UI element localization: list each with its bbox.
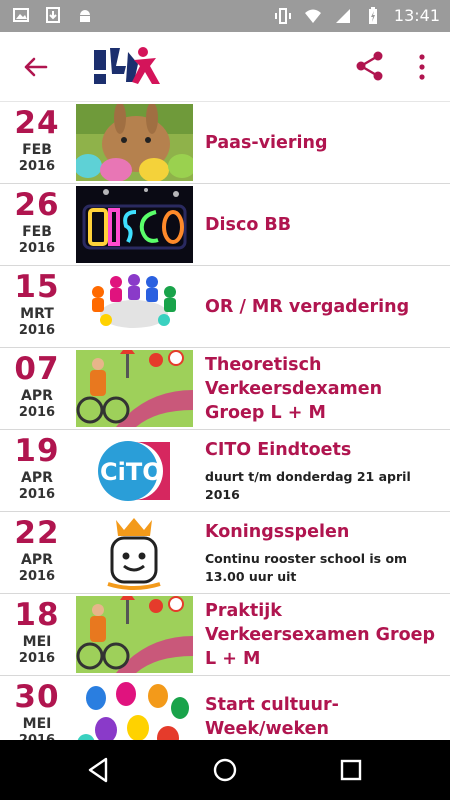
- event-year: 2016: [18, 651, 56, 666]
- event-date: 15 MRT 2016: [6, 268, 68, 339]
- event-title: Koningsspelen: [205, 522, 350, 542]
- easter-bunny-image: [76, 104, 193, 181]
- school-logo: [94, 47, 160, 84]
- event-title: OR / MR vergadering: [205, 297, 410, 317]
- event-date: 07 APR 2016: [6, 350, 68, 421]
- vibrate-icon: [274, 8, 291, 24]
- event-year: 2016: [18, 405, 56, 420]
- app-bar: [0, 32, 450, 102]
- svg-text:CiTO: CiTO: [100, 458, 163, 486]
- share-icon[interactable]: [354, 50, 386, 82]
- nav-back-icon[interactable]: [84, 755, 114, 785]
- event-year: 2016: [18, 487, 56, 502]
- wifi-icon: [304, 9, 321, 23]
- status-bar: 13:41: [0, 0, 450, 32]
- event-year: 2016: [6, 732, 68, 740]
- event-year: 2016: [18, 241, 56, 256]
- event-date: 19 APR 2016: [6, 432, 68, 503]
- event-row[interactable]: 19 APR 2016 CiTO CITO Eindtoets duurt t/…: [0, 430, 450, 512]
- event-month: APR: [21, 388, 53, 404]
- event-day: 18: [14, 597, 60, 633]
- event-year: 2016: [18, 159, 56, 174]
- more-vert-icon[interactable]: [412, 52, 432, 82]
- event-date: 26 FEB 2016: [6, 186, 68, 257]
- event-list: 24 FEB 2016 Paas-viering 26 FEB 2016 Dis…: [0, 102, 450, 740]
- event-row[interactable]: 15 MRT 2016 OR / MR vergadering: [0, 266, 450, 348]
- event-title: CITO Eindtoets: [205, 440, 352, 460]
- event-title: Theoretisch Verkeersdexamen Groep L + M: [205, 355, 383, 423]
- event-year: 2016: [18, 569, 56, 584]
- event-title: Disco BB: [205, 215, 292, 235]
- event-subtitle: Continu rooster school is om 13.00 uur u…: [205, 551, 408, 584]
- event-day: 19: [14, 433, 60, 469]
- event-year: 2016: [18, 323, 56, 338]
- event-day: 30: [14, 679, 60, 715]
- nav-recents-icon[interactable]: [336, 755, 366, 785]
- event-date: 18 MEI 2016: [6, 596, 68, 667]
- event-day: 26: [14, 187, 60, 223]
- event-row[interactable]: 24 FEB 2016 Paas-viering: [0, 102, 450, 184]
- event-month: FEB: [22, 142, 52, 158]
- event-day: 15: [14, 269, 60, 305]
- painted-hands-image: [76, 678, 193, 740]
- event-row[interactable]: 18 MEI 2016 Praktijk Verkeersexamen Groe…: [0, 594, 450, 676]
- event-date: 22 APR 2016: [6, 514, 68, 585]
- signal-icon: [335, 9, 350, 23]
- event-date: 24 FEB 2016: [6, 104, 68, 175]
- event-title: Paas-viering: [205, 133, 328, 153]
- event-date: 30 MEI 2016: [6, 678, 68, 740]
- event-month: FEB: [22, 224, 52, 240]
- arrow-left-icon[interactable]: [20, 52, 50, 82]
- event-subtitle: duurt t/m donderdag 21 april 2016: [205, 469, 411, 502]
- battery-charging-icon: [368, 7, 377, 24]
- traffic-cyclist-image: [76, 596, 193, 673]
- koningsspelen-logo-image: [76, 514, 193, 591]
- event-row[interactable]: 30 MEI 2016 Start cultuur-Week/weken: [0, 676, 450, 740]
- event-month: MEI: [22, 716, 52, 732]
- event-month: APR: [21, 552, 53, 568]
- nav-home-icon[interactable]: [210, 755, 240, 785]
- download-icon: [46, 7, 60, 23]
- event-month: APR: [21, 470, 53, 486]
- event-day: 24: [14, 105, 60, 141]
- event-row[interactable]: 07 APR 2016 Theoretisch Verkeersdexamen …: [0, 348, 450, 430]
- navigation-bar: [0, 740, 450, 800]
- meeting-table-image: [76, 268, 193, 345]
- android-icon: [80, 10, 90, 22]
- event-row[interactable]: 22 APR 2016 Koningsspelen Continu rooste…: [0, 512, 450, 594]
- event-month: MEI: [22, 634, 52, 650]
- disco-sign-image: [76, 186, 193, 263]
- event-row[interactable]: 26 FEB 2016 Disco BB: [0, 184, 450, 266]
- image-icon: [13, 8, 29, 22]
- event-title: Start cultuur-Week/weken: [205, 695, 339, 739]
- cito-logo-image: CiTO: [76, 432, 193, 509]
- event-day: 07: [14, 351, 60, 387]
- event-month: MRT: [20, 306, 54, 322]
- traffic-cyclist-image: [76, 350, 193, 427]
- clock: 13:41: [393, 6, 440, 25]
- event-title: Praktijk Verkeersexamen Groep L + M: [205, 601, 436, 669]
- event-day: 22: [14, 515, 60, 551]
